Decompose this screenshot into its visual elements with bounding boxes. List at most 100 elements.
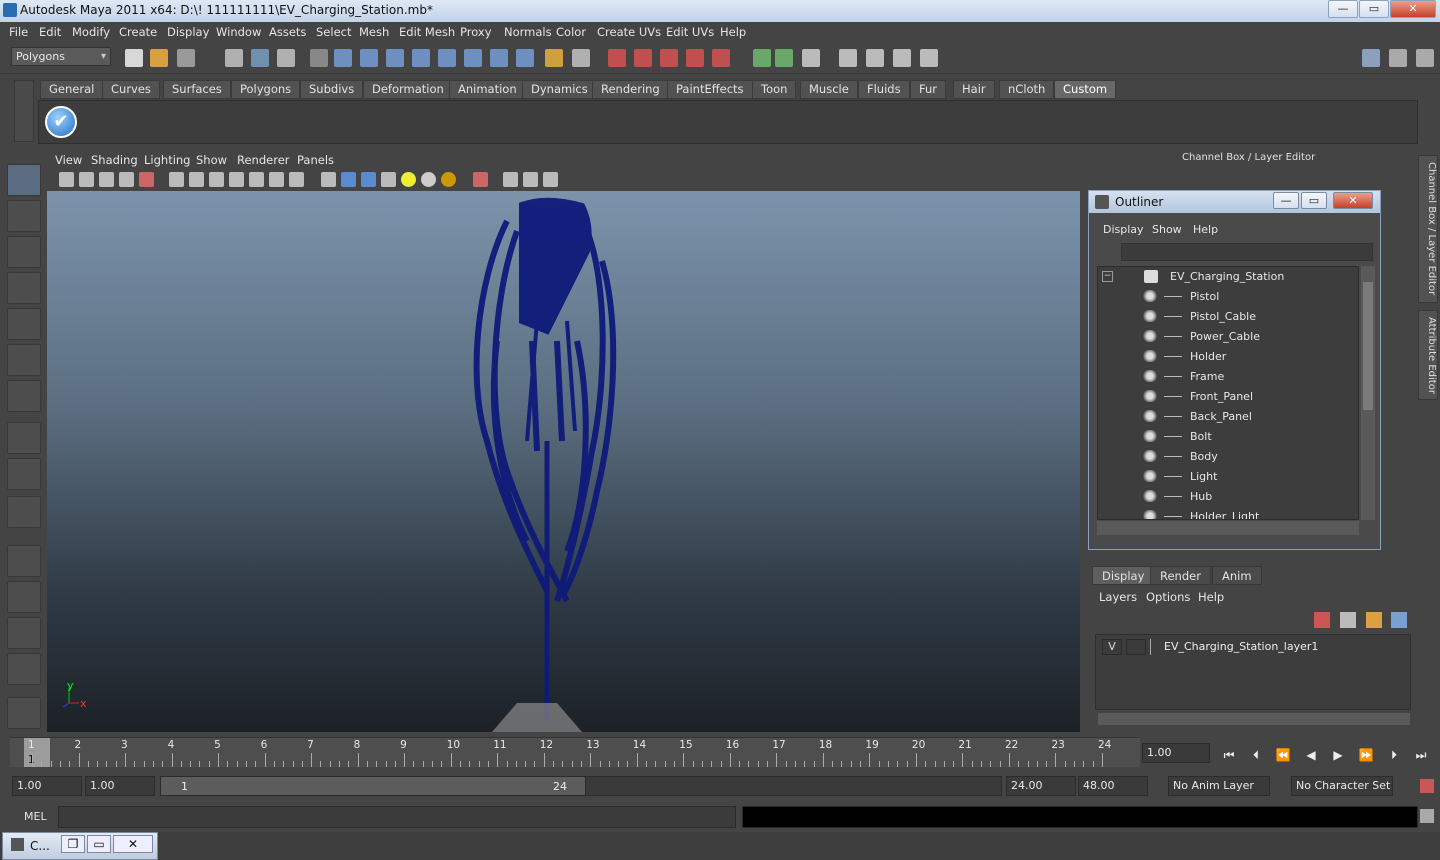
step-forward-key-icon[interactable]: ⏩ [1355, 746, 1377, 764]
isolate-select-icon[interactable] [473, 172, 488, 187]
layer-tab-display[interactable]: Display [1092, 566, 1155, 585]
go-to-end-icon[interactable]: ⏭ [1410, 746, 1432, 764]
outliner-filter-input[interactable] [1121, 243, 1373, 261]
layer-color-swatch[interactable] [1150, 639, 1162, 655]
layer-menu-help[interactable]: Help [1198, 590, 1224, 604]
range-slider-bar[interactable]: 1 24 [160, 776, 586, 796]
menu-edit[interactable]: Edit [39, 25, 61, 39]
panel-menu-renderer[interactable]: Renderer [237, 153, 290, 167]
shelf-tab-curves[interactable]: Curves [102, 80, 160, 99]
play-backwards-icon[interactable]: ◀ [1300, 746, 1322, 764]
tool-settings-icon[interactable] [1416, 49, 1434, 67]
layout-icon[interactable] [1362, 49, 1380, 67]
select-object-icon[interactable] [251, 49, 269, 67]
menu-normals[interactable]: Normals [504, 25, 552, 39]
layer-tab-anim[interactable]: Anim [1212, 566, 1262, 585]
move-layer-up-icon[interactable] [1314, 612, 1330, 628]
single-pane-layout-icon[interactable] [7, 545, 41, 577]
menu-window[interactable]: Window [216, 25, 261, 39]
select-hierarchy-icon[interactable] [225, 49, 243, 67]
time-slider[interactable]: 1 12345678910111213141516171819202122232… [10, 737, 1140, 767]
last-tool-icon[interactable] [7, 496, 41, 528]
layer-visibility-toggle[interactable]: V [1102, 639, 1122, 655]
menu-color[interactable]: Color [556, 25, 586, 39]
minimized-window[interactable]: C... ❐ ▭ ✕ [2, 832, 158, 860]
outliner-layout-icon[interactable] [7, 617, 41, 649]
outliner-item[interactable]: Back_Panel [1098, 407, 1358, 427]
menu-create[interactable]: Create [119, 25, 157, 39]
film-gate-icon[interactable] [189, 172, 204, 187]
lasso-tool-icon[interactable] [7, 200, 41, 232]
two-d-pan-icon[interactable] [119, 172, 134, 187]
resolution-gate-icon[interactable] [209, 172, 224, 187]
scale-tool-icon[interactable] [7, 344, 41, 376]
layer-row[interactable]: V EV_Charging_Station_layer1 [1096, 638, 1412, 656]
lock-icon[interactable] [545, 49, 563, 67]
cmd-language-label[interactable]: MEL [24, 810, 47, 823]
menu-set-dropdown[interactable]: Polygons [11, 47, 111, 66]
hypershade-icon[interactable] [893, 49, 911, 67]
lock-selection-icon[interactable] [310, 49, 328, 67]
open-scene-icon[interactable] [150, 49, 168, 67]
wireframe-on-shaded-icon[interactable] [361, 172, 376, 187]
shelf-tab-animation[interactable]: Animation [449, 80, 526, 99]
panel-menu-shading[interactable]: Shading [91, 153, 138, 167]
camera-bookmark-icon[interactable] [79, 172, 94, 187]
new-layer-selected-icon[interactable] [1391, 612, 1407, 628]
show-manip-tool-icon[interactable] [7, 458, 41, 490]
outliner-item[interactable]: Front_Panel [1098, 387, 1358, 407]
outliner-menu-show[interactable]: Show [1152, 223, 1182, 236]
history-icon[interactable] [464, 49, 482, 67]
outliner-item[interactable]: Body [1098, 447, 1358, 467]
end-time-field[interactable]: 48.00 [1078, 776, 1148, 796]
layer-type-toggle[interactable] [1126, 639, 1146, 655]
outliner-root-item[interactable]: − EV_Charging_Station [1098, 267, 1358, 287]
shelf-tab-dynamics[interactable]: Dynamics [522, 80, 597, 99]
outliner-item[interactable]: Hub [1098, 487, 1358, 507]
xray-icon[interactable] [503, 172, 518, 187]
camera-attributes-icon[interactable] [59, 172, 74, 187]
menu-display[interactable]: Display [167, 25, 209, 39]
outliner-item[interactable]: Bolt [1098, 427, 1358, 447]
menu-mesh[interactable]: Mesh [359, 25, 389, 39]
character-set-dropdown[interactable]: No Character Set [1291, 776, 1393, 796]
menu-create-uvs[interactable]: Create UVs [597, 25, 661, 39]
outliner-item[interactable]: Holder [1098, 347, 1358, 367]
shelf-tab-hair[interactable]: Hair [953, 80, 995, 99]
hypergraph-layout-icon[interactable] [7, 697, 41, 729]
menu-modify[interactable]: Modify [72, 25, 110, 39]
shadows-icon[interactable] [421, 172, 436, 187]
grid-toggle-icon[interactable] [169, 172, 184, 187]
snap-curve-icon[interactable] [360, 49, 378, 67]
save-scene-icon[interactable] [177, 49, 195, 67]
outliner-item[interactable]: Pistol [1098, 287, 1358, 307]
outliner-vertical-scrollbar[interactable] [1361, 266, 1375, 520]
outliner-minimize-button[interactable]: — [1273, 192, 1299, 209]
construction-icon[interactable] [490, 49, 508, 67]
four-pane-layout-icon[interactable] [7, 581, 41, 613]
shelf-tab-ncloth[interactable]: nCloth [999, 80, 1055, 99]
soft-mod-tool-icon[interactable] [7, 422, 41, 454]
step-back-icon[interactable]: ⏴ [1245, 746, 1267, 764]
menu-help[interactable]: Help [720, 25, 746, 39]
magnet-surface-icon[interactable] [712, 49, 730, 67]
shelf-tab-polygons[interactable]: Polygons [231, 80, 301, 99]
shelf-tab-general[interactable]: General [40, 80, 104, 99]
outliner-item[interactable]: Power_Cable [1098, 327, 1358, 347]
help-query-icon[interactable] [516, 49, 534, 67]
outliner-close-button[interactable]: ✕ [1333, 192, 1373, 209]
safe-action-icon[interactable] [269, 172, 284, 187]
custom-check-icon[interactable]: ✔ [45, 106, 77, 138]
close-icon[interactable]: ✕ [113, 835, 153, 853]
panel-menu-show[interactable]: Show [196, 153, 227, 167]
wireframe-icon[interactable] [321, 172, 336, 187]
range-start-field[interactable]: 1.00 [85, 776, 155, 796]
snap-view-plane-icon[interactable] [412, 49, 430, 67]
step-back-key-icon[interactable]: ⏪ [1272, 746, 1294, 764]
maximize-button[interactable]: ▭ [1359, 0, 1389, 18]
magnet-point-icon[interactable] [660, 49, 678, 67]
outliner-item[interactable]: Holder_Light [1098, 507, 1358, 519]
outliner-menu-help[interactable]: Help [1193, 223, 1218, 236]
render-settings-icon[interactable] [802, 49, 820, 67]
play-forwards-icon[interactable]: ▶ [1327, 746, 1349, 764]
